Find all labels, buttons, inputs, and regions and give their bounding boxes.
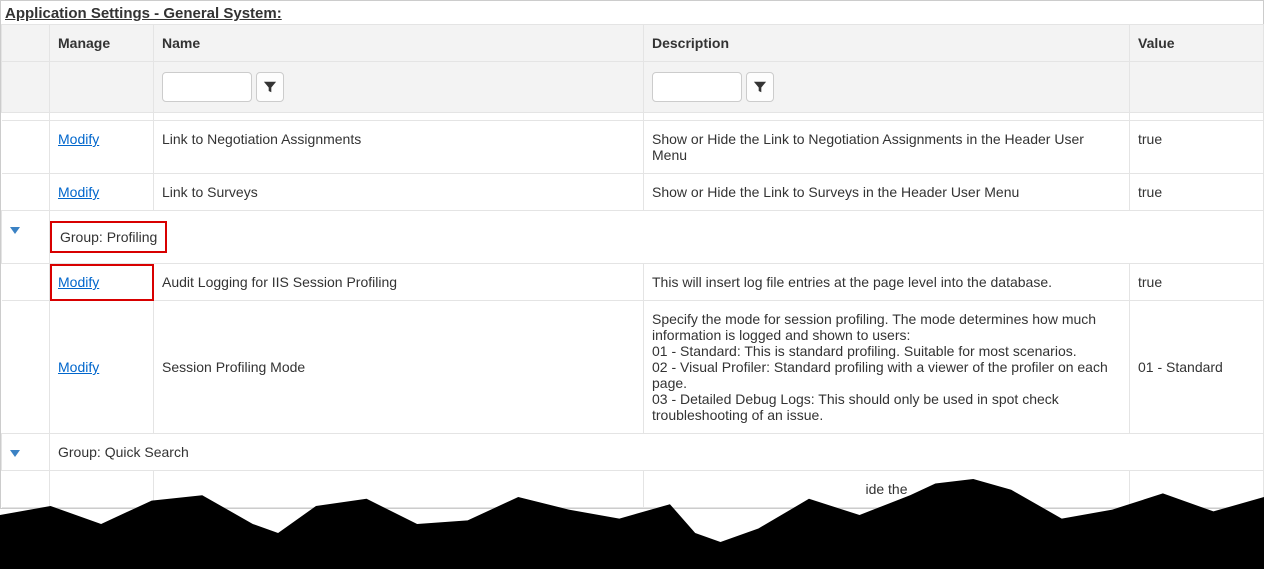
page-title: Application Settings - General System: xyxy=(1,1,1263,24)
cell-value: true xyxy=(1130,121,1264,174)
header-toggle xyxy=(2,25,50,62)
cell-name: Link to Negotiation Assignments xyxy=(154,121,644,174)
cell-description: This will insert log file entries at the… xyxy=(644,264,1130,301)
table-row: Modify Link to Surveys Show or Hide the … xyxy=(2,174,1264,211)
table-row: Modify Link to Negotiation Assignments S… xyxy=(2,121,1264,174)
settings-panel: Application Settings - General System: M… xyxy=(0,0,1264,509)
header-manage[interactable]: Manage xyxy=(50,25,154,62)
header-row: Manage Name Description Value xyxy=(2,25,1264,62)
cell-name: Session Profiling Mode xyxy=(154,301,644,434)
table-row xyxy=(2,113,1264,121)
header-value[interactable]: Value xyxy=(1130,25,1264,62)
cell-value: true xyxy=(1130,264,1264,301)
table-row: Modify Session Profiling Mode Specify th… xyxy=(2,301,1264,434)
cell-description: Specify the mode for session profiling. … xyxy=(644,301,1130,434)
collapse-icon[interactable] xyxy=(10,450,20,457)
group-row-quicksearch: Group: Quick Search xyxy=(2,434,1264,471)
collapse-icon[interactable] xyxy=(10,227,20,234)
modify-link[interactable]: Modify xyxy=(58,184,99,200)
cell-name: Audit Logging for IIS Session Profiling xyxy=(154,264,644,301)
modify-link[interactable]: Modify xyxy=(58,131,99,147)
filter-icon xyxy=(753,80,767,94)
modify-link[interactable]: Modify xyxy=(58,359,99,375)
cell-description: Show or Hide the Link to Negotiation Ass… xyxy=(644,121,1130,174)
filter-description-input[interactable] xyxy=(652,72,742,102)
filter-row xyxy=(2,62,1264,113)
table-row: Modify Audit Logging for IIS Session Pro… xyxy=(2,264,1264,301)
header-name[interactable]: Name xyxy=(154,25,644,62)
filter-name-input[interactable] xyxy=(162,72,252,102)
group-label-quicksearch[interactable]: Group: Quick Search xyxy=(58,444,189,460)
modify-link-audit[interactable]: Modify xyxy=(58,274,99,290)
cell-name: Link to Surveys xyxy=(154,174,644,211)
filter-name-button[interactable] xyxy=(256,72,284,102)
group-row-profiling: Group: Profiling xyxy=(2,211,1264,264)
cell-value: true xyxy=(1130,174,1264,211)
cell-description: ide the xyxy=(644,471,1130,508)
settings-table: Manage Name Description Value xyxy=(1,24,1264,508)
group-label-profiling[interactable]: Group: Profiling xyxy=(50,221,167,253)
cell-value: 01 - Standard xyxy=(1130,301,1264,434)
filter-description-button[interactable] xyxy=(746,72,774,102)
header-description[interactable]: Description xyxy=(644,25,1130,62)
cell-description: Show or Hide the Link to Surveys in the … xyxy=(644,174,1130,211)
filter-icon xyxy=(263,80,277,94)
